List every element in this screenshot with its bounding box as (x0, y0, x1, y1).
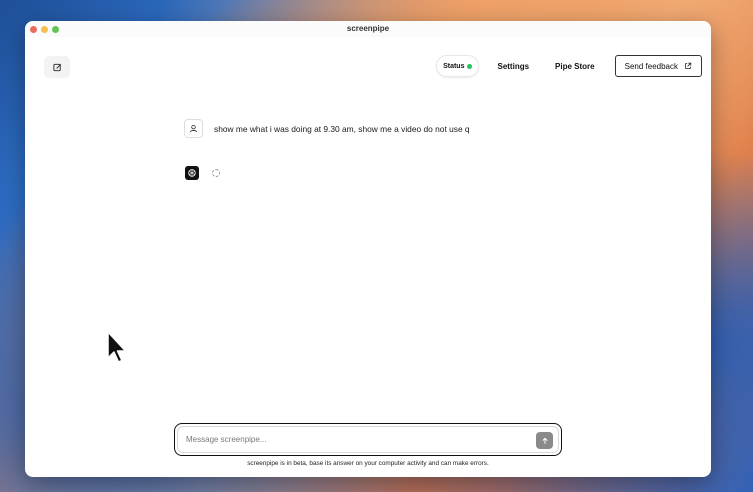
loading-spinner-icon (212, 169, 220, 177)
pipe-store-link[interactable]: Pipe Store (555, 62, 595, 71)
user-message-text: show me what i was doing at 9.30 am, sho… (214, 123, 470, 134)
user-avatar (184, 119, 203, 138)
settings-link[interactable]: Settings (497, 62, 529, 71)
send-feedback-label: Send feedback (624, 61, 678, 71)
status-button[interactable]: Status (436, 55, 480, 77)
composer (174, 423, 562, 456)
app-window: screenpipe Status Settings Pipe Store Se… (25, 21, 711, 477)
user-message: show me what i was doing at 9.30 am, sho… (184, 119, 470, 138)
status-indicator-icon (467, 63, 473, 69)
assistant-message (185, 166, 220, 180)
title-bar: screenpipe (25, 21, 711, 37)
external-link-icon (685, 62, 692, 69)
user-icon (189, 124, 198, 133)
status-label: Status (443, 62, 465, 70)
window-title: screenpipe (346, 24, 390, 33)
message-input[interactable] (186, 435, 516, 444)
composer-inner (177, 426, 559, 453)
arrow-up-icon (541, 437, 548, 444)
new-chat-button[interactable] (44, 56, 70, 78)
send-feedback-button[interactable]: Send feedback (614, 55, 702, 77)
mouse-cursor-icon (107, 331, 127, 363)
top-nav: Status Settings Pipe Store Send feedback (436, 55, 702, 77)
assistant-avatar (185, 166, 199, 180)
beta-disclaimer: screenpipe is in beta, base its answer o… (247, 460, 489, 467)
send-button[interactable] (536, 432, 553, 449)
openai-icon (188, 169, 196, 177)
new-chat-icon (52, 63, 61, 71)
